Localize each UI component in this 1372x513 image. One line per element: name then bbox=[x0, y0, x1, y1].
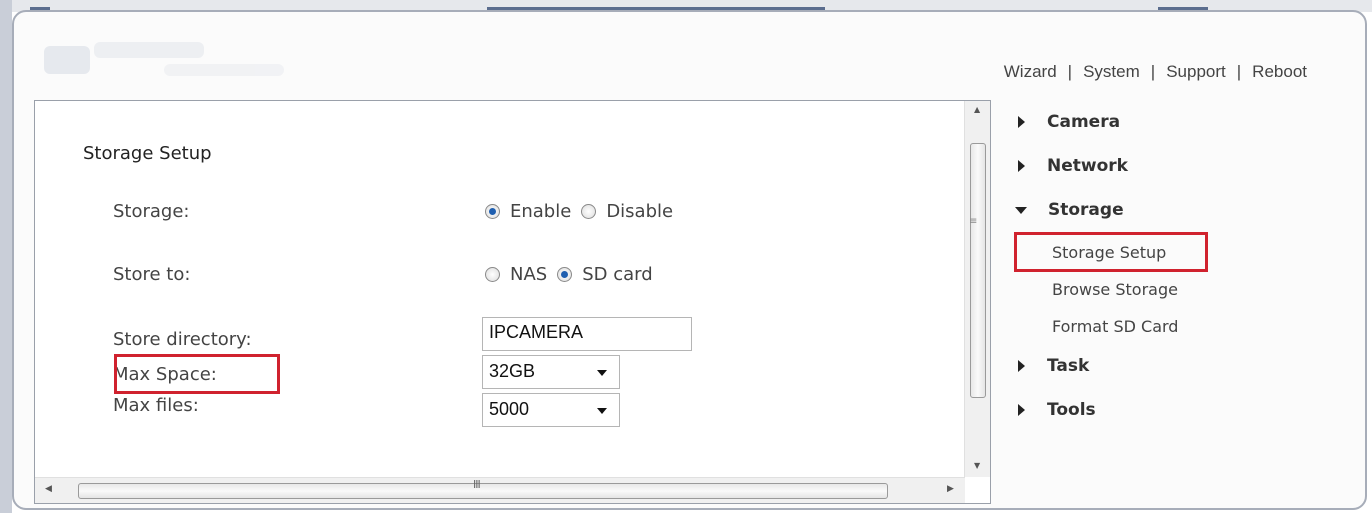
max-space-highlight bbox=[114, 354, 280, 394]
storage-setup-panel: Storage Setup Storage: Enable Disable St… bbox=[34, 100, 991, 504]
horizontal-scroll-thumb[interactable] bbox=[78, 483, 888, 499]
vertical-scrollbar[interactable]: ▲ ≡ ▼ bbox=[964, 101, 990, 477]
store-to-nas-label[interactable]: NAS bbox=[510, 264, 547, 285]
nav-reboot-link[interactable]: Reboot bbox=[1252, 62, 1307, 82]
sidebar-item-label: Network bbox=[1047, 156, 1128, 176]
storage-enable-radio[interactable] bbox=[485, 204, 500, 219]
horizontal-scrollbar[interactable]: ◀ III ▶ bbox=[35, 477, 965, 503]
scroll-grip-icon: ≡ bbox=[969, 216, 978, 227]
scroll-right-icon[interactable]: ▶ bbox=[947, 484, 954, 494]
scroll-down-icon[interactable]: ▼ bbox=[974, 461, 980, 470]
scroll-left-icon[interactable]: ◀ bbox=[45, 484, 52, 494]
caret-right-icon bbox=[1018, 360, 1025, 372]
sidebar-item-storage[interactable]: Storage bbox=[1008, 200, 1124, 220]
nav-separator: | bbox=[1150, 62, 1156, 81]
sidebar-subitem-format-sd-card[interactable]: Format SD Card bbox=[1052, 317, 1178, 336]
sidebar-item-tools[interactable]: Tools bbox=[1008, 400, 1096, 420]
caret-down-icon bbox=[1015, 206, 1027, 214]
nav-system-link[interactable]: System bbox=[1083, 62, 1140, 82]
store-directory-input[interactable]: IPCAMERA bbox=[482, 317, 692, 351]
page-title: Storage Setup bbox=[83, 143, 212, 164]
chevron-down-icon bbox=[597, 408, 607, 414]
store-to-label: Store to: bbox=[113, 264, 191, 285]
nav-wizard-link[interactable]: Wizard bbox=[1004, 62, 1057, 82]
storage-disable-radio[interactable] bbox=[581, 204, 597, 219]
sidebar-item-label: Camera bbox=[1047, 112, 1121, 132]
max-space-select[interactable]: 32GB bbox=[482, 355, 620, 389]
nav-separator: | bbox=[1236, 62, 1242, 81]
sidebar-item-camera[interactable]: Camera bbox=[1008, 112, 1120, 132]
camera-logo bbox=[44, 34, 304, 92]
max-files-value: 5000 bbox=[489, 399, 530, 419]
sidebar-item-label: Task bbox=[1047, 356, 1090, 376]
sidebar-item-task[interactable]: Task bbox=[1008, 356, 1089, 376]
max-files-select[interactable]: 5000 bbox=[482, 393, 620, 427]
max-space-value: 32GB bbox=[489, 361, 536, 381]
store-to-nas-radio[interactable] bbox=[485, 267, 500, 282]
caret-right-icon bbox=[1018, 160, 1025, 172]
chevron-down-icon bbox=[597, 370, 607, 376]
store-to-sdcard-label[interactable]: SD card bbox=[582, 264, 652, 285]
storage-disable-label[interactable]: Disable bbox=[606, 201, 673, 222]
vertical-scroll-thumb[interactable] bbox=[970, 143, 986, 398]
storage-label: Storage: bbox=[113, 201, 190, 222]
storage-enable-label[interactable]: Enable bbox=[510, 201, 571, 222]
sidebar-item-label: Storage bbox=[1048, 200, 1124, 220]
left-edge bbox=[0, 0, 12, 513]
max-files-label: Max files: bbox=[113, 395, 199, 416]
storage-setup-highlight bbox=[1014, 232, 1208, 272]
caret-right-icon bbox=[1018, 116, 1025, 128]
sidebar-item-label: Tools bbox=[1047, 400, 1096, 420]
sidebar-item-network[interactable]: Network bbox=[1008, 156, 1128, 176]
nav-separator: | bbox=[1067, 62, 1073, 81]
sidebar-subitem-browse-storage[interactable]: Browse Storage bbox=[1052, 280, 1178, 299]
scroll-grip-icon: III bbox=[473, 478, 481, 491]
app-frame: Wizard | System | Support | Reboot Stora… bbox=[12, 10, 1367, 510]
nav-support-link[interactable]: Support bbox=[1166, 62, 1226, 82]
store-to-radio-group: NAS SD card bbox=[485, 264, 663, 285]
store-directory-label: Store directory: bbox=[113, 329, 252, 350]
top-navigation: Wizard | System | Support | Reboot bbox=[1004, 62, 1307, 82]
store-to-sdcard-radio[interactable] bbox=[557, 267, 573, 282]
caret-right-icon bbox=[1018, 404, 1025, 416]
scroll-up-icon[interactable]: ▲ bbox=[974, 105, 980, 114]
storage-radio-group: Enable Disable bbox=[485, 201, 683, 222]
